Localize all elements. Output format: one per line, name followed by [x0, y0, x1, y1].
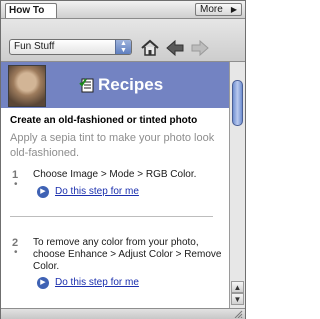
more-button[interactable]: More ▶ [195, 3, 242, 16]
home-icon[interactable] [140, 39, 160, 57]
scroll-thumb[interactable] [232, 80, 243, 126]
recipe-intro: Apply a sepia tint to make your photo lo… [10, 132, 215, 159]
recipes-checklist-icon [79, 78, 94, 93]
category-select[interactable]: Fun Stuff ▲ ▼ [9, 39, 132, 55]
vertical-scrollbar[interactable]: ▲ ▼ [229, 62, 245, 308]
recipes-banner: Recipes [1, 62, 229, 108]
step-text: To remove any color from your photo, cho… [33, 237, 222, 272]
step-bullet: • [14, 179, 18, 190]
do-step-link-text[interactable]: Do this step for me [55, 186, 139, 197]
resize-grip-icon[interactable] [234, 310, 243, 318]
sepia-photo-thumbnail [8, 65, 46, 107]
step-divider [10, 216, 213, 217]
play-icon: ▶ [37, 186, 49, 198]
forward-arrow-icon[interactable] [190, 39, 210, 57]
updown-chevron-icon: ▲ ▼ [115, 40, 131, 54]
recipe-title: Create an old-fashioned or tinted photo [10, 115, 198, 126]
play-icon: ▶ [37, 277, 49, 289]
do-step-link-text[interactable]: Do this step for me [55, 277, 139, 288]
recipe-content: Recipes Create an old-fashioned or tinte… [1, 62, 229, 308]
how-to-palette: How To More ▶ Fun Stuff ▲ ▼ Recipes Crea… [0, 0, 246, 319]
toolbar: Fun Stuff ▲ ▼ [1, 19, 245, 62]
bottom-bar [1, 308, 245, 319]
triangle-right-icon: ▶ [230, 5, 237, 14]
scroll-down-arrow-icon[interactable]: ▼ [231, 293, 244, 305]
more-label: More [200, 4, 223, 15]
tab-strip: How To More ▶ [1, 1, 245, 19]
banner-title: Recipes [98, 75, 164, 94]
back-arrow-icon[interactable] [165, 39, 185, 57]
category-selected-value: Fun Stuff [14, 41, 55, 52]
step-text: Choose Image > Mode > RGB Color. [33, 169, 197, 180]
scroll-up-arrow-icon[interactable]: ▲ [231, 281, 244, 293]
tab-how-to[interactable]: How To [5, 3, 57, 18]
step-bullet: • [14, 247, 18, 258]
